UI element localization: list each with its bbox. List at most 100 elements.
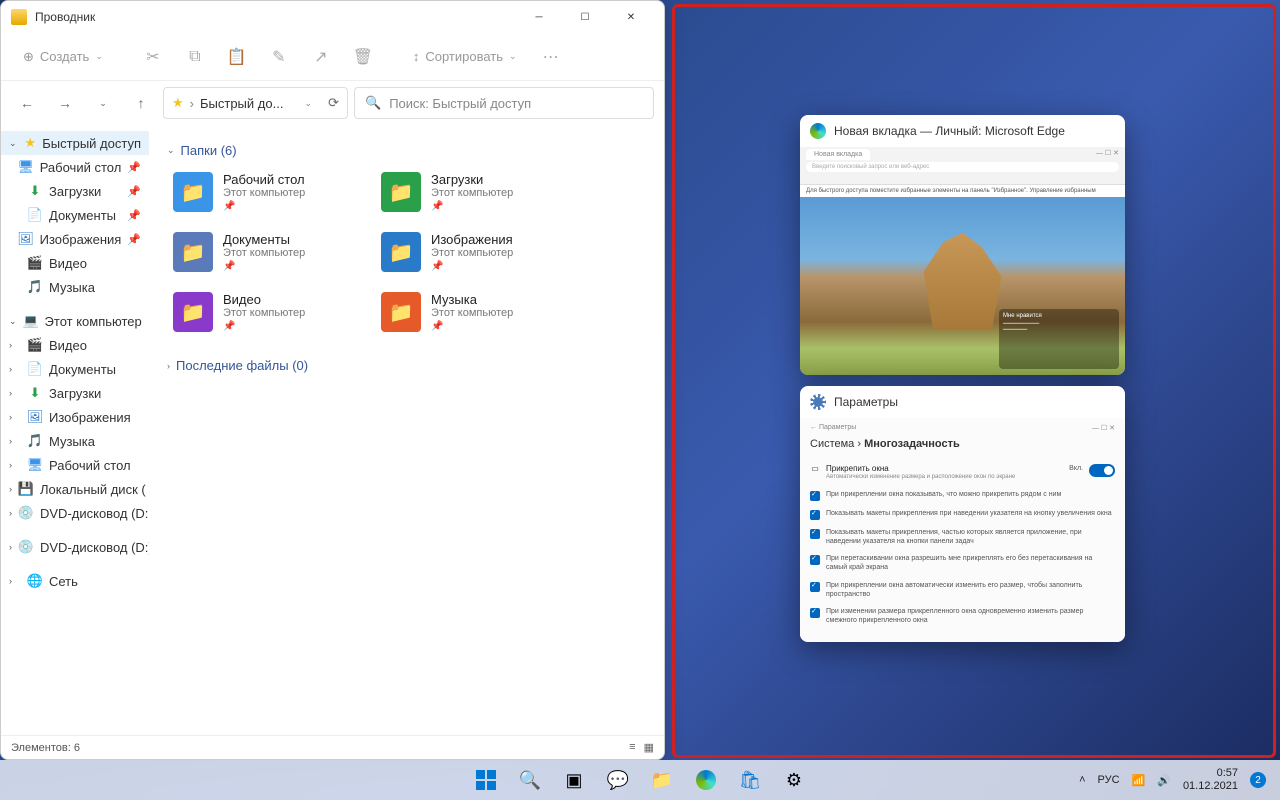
sidebar-pc-videos[interactable]: ›🎬Видео [1, 333, 149, 357]
chevron-down-icon[interactable]: ⌄ [305, 98, 313, 109]
folder-item[interactable]: 📁Рабочий столЭтот компьютер📌 [167, 166, 367, 218]
start-button[interactable] [467, 761, 505, 799]
snap-thumb-settings[interactable]: Параметры ← Параметры— ☐ ✕ Система › Мно… [800, 386, 1125, 642]
cut-icon[interactable]: ✂ [135, 39, 171, 75]
checkbox-icon[interactable] [810, 608, 820, 618]
clock[interactable]: 0:57 01.12.2021 [1183, 767, 1238, 793]
checkbox-icon[interactable] [810, 529, 820, 539]
thumb-titlebar: Новая вкладка — Личный: Microsoft Edge [800, 115, 1125, 147]
pin-icon: 📌 [223, 261, 305, 272]
recent-section-header[interactable]: ›Последние файлы (0) [167, 358, 646, 373]
taskbar: 🔍 ▣ 💬 📁 🛍 ⚙ ˄ РУС 📶 🔊 0:57 01.12.2021 2 [0, 760, 1280, 800]
address-bar[interactable]: ★ › Быстрый до... ⌄ ⟳ [163, 87, 348, 119]
sidebar-videos[interactable]: 🎬Видео [1, 251, 149, 275]
window-title: Проводник [35, 10, 95, 24]
pin-icon: 📌 [431, 201, 513, 212]
snap-thumb-edge[interactable]: Новая вкладка — Личный: Microsoft Edge Н… [800, 115, 1125, 375]
sidebar-desktop[interactable]: 🖥Рабочий стол📌 [1, 155, 149, 179]
sidebar-pc-pictures[interactable]: ›🖼Изображения [1, 405, 149, 429]
refresh-icon[interactable]: ⟳ [328, 95, 339, 111]
up-button[interactable]: ↑ [125, 87, 157, 119]
new-button[interactable]: ⊕ Создать ⌄ [13, 43, 113, 71]
folder-icon: 📁 [381, 292, 421, 332]
sidebar-pc-music[interactable]: ›🎵Музыка [1, 429, 149, 453]
tiles-view-icon[interactable]: ▦ [644, 741, 654, 754]
copy-icon[interactable]: ⧉ [177, 39, 213, 75]
setting-option[interactable]: При прикреплении окна автоматически изме… [810, 577, 1115, 603]
details-view-icon[interactable]: ≡ [629, 741, 635, 754]
search-icon[interactable]: 🔍 [511, 761, 549, 799]
sidebar-pictures[interactable]: 🖼Изображения📌 [1, 227, 149, 251]
sidebar-dvd1[interactable]: ›💿DVD-дисковод (D: [1, 501, 149, 525]
pin-icon: 📌 [127, 233, 141, 246]
delete-icon[interactable]: 🗑 [345, 39, 381, 75]
explorer-taskbar-icon[interactable]: 📁 [643, 761, 681, 799]
minimize-button[interactable]: ─ [516, 1, 562, 33]
forward-button[interactable]: → [49, 87, 81, 119]
search-input[interactable]: 🔍 Поиск: Быстрый доступ [354, 87, 654, 119]
folder-icon: 📁 [381, 232, 421, 272]
more-icon[interactable]: ⋯ [533, 39, 569, 75]
folder-icon: 📁 [173, 292, 213, 332]
sidebar-this-pc[interactable]: ⌄💻Этот компьютер [1, 309, 149, 333]
paste-icon[interactable]: 📋 [219, 39, 255, 75]
tray-chevron-icon[interactable]: ˄ [1079, 774, 1085, 786]
folder-icon: 📁 [173, 232, 213, 272]
folders-section-header[interactable]: ⌄Папки (6) [167, 143, 646, 158]
checkbox-icon[interactable] [810, 491, 820, 501]
sidebar-dvd2[interactable]: ›💿DVD-дисковод (D:) [1, 535, 149, 559]
browser-hero-image: Мне нравится ━━━━━━━━━━━━ ━━━━━━━━ [800, 197, 1125, 375]
volume-icon[interactable]: 🔊 [1157, 774, 1171, 787]
folder-item[interactable]: 📁ВидеоЭтот компьютер📌 [167, 286, 367, 338]
checkbox-icon[interactable] [810, 510, 820, 520]
sidebar-pc-downloads[interactable]: ›⬇Загрузки [1, 381, 149, 405]
close-button[interactable]: ✕ [608, 1, 654, 33]
network-icon[interactable]: 📶 [1132, 774, 1146, 787]
snap-toggle[interactable] [1089, 464, 1115, 477]
sidebar-pc-desktop[interactable]: ›🖥Рабочий стол [1, 453, 149, 477]
settings-taskbar-icon[interactable]: ⚙ [775, 761, 813, 799]
folder-item[interactable]: 📁МузыкаЭтот компьютер📌 [375, 286, 575, 338]
notification-badge[interactable]: 2 [1250, 772, 1266, 788]
browser-chrome: Новая вкладка— ☐ ✕ Введите поисковый зап… [800, 147, 1125, 185]
chat-icon[interactable]: 💬 [599, 761, 637, 799]
sidebar-network[interactable]: ›🌐Сеть [1, 569, 149, 593]
sidebar-downloads[interactable]: ⬇Загрузки📌 [1, 179, 149, 203]
setting-option[interactable]: При изменении размера прикрепленного окн… [810, 603, 1115, 629]
folder-item[interactable]: 📁ДокументыЭтот компьютер📌 [167, 226, 367, 278]
sidebar-pc-documents[interactable]: ›📄Документы [1, 357, 149, 381]
pin-icon: 📌 [127, 161, 141, 174]
maximize-button[interactable]: ☐ [562, 1, 608, 33]
sidebar-quick-access[interactable]: ⌄★Быстрый доступ [1, 131, 149, 155]
folder-item[interactable]: 📁ИзображенияЭтот компьютер📌 [375, 226, 575, 278]
sidebar-music[interactable]: 🎵Музыка [1, 275, 149, 299]
rename-icon[interactable]: ✎ [261, 39, 297, 75]
sort-button[interactable]: ↕ Сортировать ⌄ [403, 43, 527, 70]
checkbox-icon[interactable] [810, 582, 820, 592]
store-icon[interactable]: 🛍 [731, 761, 769, 799]
setting-option[interactable]: Показывать макеты прикрепления при навед… [810, 505, 1115, 524]
edge-icon [810, 123, 826, 139]
status-text: Элементов: 6 [11, 742, 80, 754]
setting-option[interactable]: Показывать макеты прикрепления, частью к… [810, 524, 1115, 550]
navbar: ← → ⌄ ↑ ★ › Быстрый до... ⌄ ⟳ 🔍 Поиск: Б… [1, 81, 664, 125]
share-icon[interactable]: ↗ [303, 39, 339, 75]
titlebar[interactable]: Проводник ─ ☐ ✕ [1, 1, 664, 33]
status-bar: Элементов: 6 ≡ ▦ [1, 735, 664, 759]
pin-icon: 📌 [127, 185, 141, 198]
task-view-icon[interactable]: ▣ [555, 761, 593, 799]
back-button[interactable]: ← [11, 87, 43, 119]
edge-taskbar-icon[interactable] [687, 761, 725, 799]
snap-windows-setting: ▭ Прикрепить окна Автоматически изменени… [810, 460, 1115, 486]
pin-icon: 📌 [431, 321, 513, 332]
sidebar-documents[interactable]: 📄Документы📌 [1, 203, 149, 227]
setting-option[interactable]: При прикреплении окна показывать, что мо… [810, 486, 1115, 505]
recent-dropdown[interactable]: ⌄ [87, 87, 119, 119]
sidebar: ⌄★Быстрый доступ 🖥Рабочий стол📌 ⬇Загрузк… [1, 125, 149, 735]
checkbox-icon[interactable] [810, 555, 820, 565]
sidebar-local-disk[interactable]: ›💾Локальный диск ( [1, 477, 149, 501]
search-icon: 🔍 [365, 95, 381, 111]
folder-item[interactable]: 📁ЗагрузкиЭтот компьютер📌 [375, 166, 575, 218]
setting-option[interactable]: При перетаскивании окна разрешить мне пр… [810, 550, 1115, 576]
language-indicator[interactable]: РУС [1098, 774, 1120, 786]
